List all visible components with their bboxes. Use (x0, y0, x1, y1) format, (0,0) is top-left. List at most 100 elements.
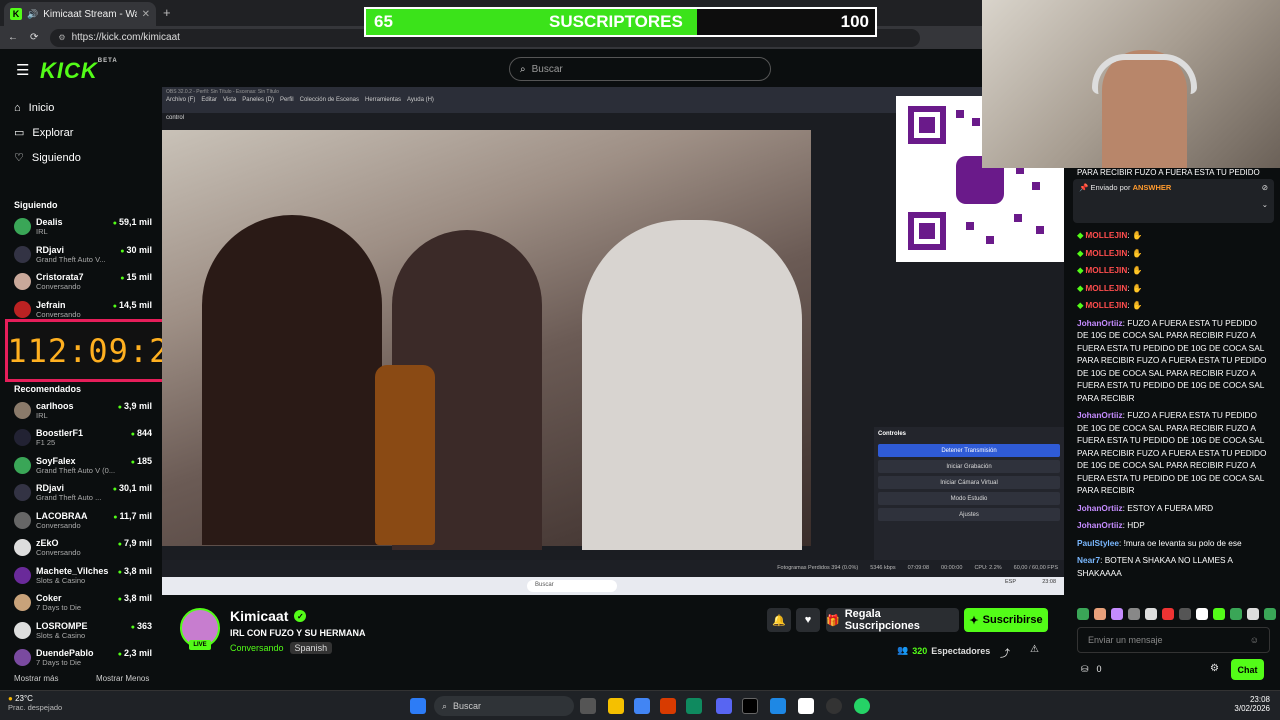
viewer-count: 320 (912, 645, 928, 656)
emote-icon[interactable] (1179, 608, 1191, 620)
recommended-channel-item[interactable]: SoyFalex Grand Theft Auto V (0... 185 (0, 453, 162, 481)
show-more-link[interactable]: Mostrar más (14, 674, 58, 683)
obs-icon[interactable] (826, 698, 842, 714)
chat-username[interactable]: MOLLEJIN (1085, 300, 1127, 310)
gift-subs-button[interactable]: 🎁 Regala Suscripciones (826, 608, 959, 632)
emote-icon[interactable] (1213, 608, 1225, 620)
clock[interactable]: 23:08 3/02/2026 (1234, 695, 1270, 713)
emote-icon[interactable] (1111, 608, 1123, 620)
channel-name[interactable]: Kimicaat (230, 608, 288, 624)
video-player[interactable]: OBS 32.0.2 - Perfil: Sin Título - Escena… (162, 87, 1064, 595)
chat-username[interactable]: JohanOrtiiz (1077, 318, 1123, 328)
chat-username[interactable]: MOLLEJIN (1085, 283, 1127, 293)
unpin-icon[interactable]: ⊘ (1262, 183, 1268, 192)
emote-icon[interactable] (1128, 608, 1140, 620)
back-icon[interactable]: ← (8, 32, 18, 43)
emote-icon[interactable] (1247, 608, 1259, 620)
chat-username[interactable]: Near7 (1077, 555, 1100, 565)
browser-tab[interactable]: K 🔊 Kimicaat Stream - Watch Live ✕ (4, 2, 156, 26)
chat-settings-icon[interactable]: ⚙ (1210, 663, 1219, 674)
recommended-channel-item[interactable]: BoostlerF1 F1 25 844 (0, 425, 162, 453)
file-explorer-icon[interactable] (608, 698, 624, 714)
emote-icon[interactable] (1162, 608, 1174, 620)
emote-icon[interactable] (1196, 608, 1208, 620)
send-chat-button[interactable]: Chat (1231, 659, 1264, 680)
chat-username[interactable]: JohanOrtiiz (1077, 410, 1123, 420)
emote-icon[interactable] (1077, 608, 1089, 620)
office-icon[interactable] (660, 698, 676, 714)
whatsapp-icon[interactable] (854, 698, 870, 714)
chat-username[interactable]: MOLLEJIN (1085, 248, 1127, 258)
speaker-icon[interactable]: 🔊 (27, 9, 38, 20)
tab-close-icon[interactable]: ✕ (142, 9, 150, 20)
emote-icon[interactable] (1145, 608, 1157, 620)
site-info-icon[interactable]: ⚙ (58, 33, 65, 42)
obs-menu-item[interactable]: Editar (201, 97, 217, 103)
app-icon[interactable] (798, 698, 814, 714)
expand-icon[interactable]: ⌄ (1079, 200, 1268, 209)
capcut-icon[interactable] (742, 698, 758, 714)
sent-by-user[interactable]: ANSWHER (1133, 183, 1172, 192)
chat-username[interactable]: PaulStylee (1077, 538, 1119, 548)
kick-logo[interactable]: KICKBETA (40, 58, 118, 84)
recommended-channel-item[interactable]: DuendePablo 7 Days to Die 2,3 mil (0, 645, 162, 673)
emote-icon[interactable] (1230, 608, 1242, 620)
nav-following[interactable]: ♡ Siguiendo (0, 145, 162, 170)
recommended-channel-item[interactable]: LACOBRAA Conversando 11,7 mil (0, 508, 162, 536)
new-tab-icon[interactable]: + (163, 5, 171, 20)
obs-menu-item[interactable]: Archivo (F) (166, 97, 195, 103)
recommended-channel-item[interactable]: RDjavi Grand Theft Auto ... 30,1 mil (0, 480, 162, 508)
obs-control-button[interactable]: Ajustes (878, 508, 1060, 521)
notepad-icon[interactable] (770, 698, 786, 714)
taskbar-search[interactable]: ⌕ Buscar (434, 696, 574, 716)
recommended-channel-item[interactable]: zEkO Conversando 7,9 mil (0, 535, 162, 563)
report-icon[interactable]: ⚠ (1030, 644, 1039, 655)
emote-icon[interactable] (1094, 608, 1106, 620)
nav-home[interactable]: ⌂ Inicio (0, 95, 162, 120)
recommended-channel-item[interactable]: LOSROMPE Slots & Casino 363 (0, 618, 162, 646)
task-view-icon[interactable] (580, 698, 596, 714)
subscribe-button[interactable]: ✦ Suscribirse (964, 608, 1048, 632)
edge-icon[interactable] (686, 698, 702, 714)
chat-username[interactable]: MOLLEJIN (1085, 230, 1127, 240)
obs-menu-item[interactable]: Colección de Escenas (300, 97, 359, 103)
discord-icon[interactable] (716, 698, 732, 714)
obs-menu-item[interactable]: Perfil (280, 97, 294, 103)
obs-control-button[interactable]: Iniciar Grabación (878, 460, 1060, 473)
language-tag[interactable]: Spanish (289, 642, 333, 654)
chat-username[interactable]: JohanOrtiiz (1077, 503, 1123, 513)
notifications-button[interactable]: 🔔 (767, 608, 791, 632)
menu-icon[interactable]: ☰ (16, 61, 29, 79)
chat-input[interactable]: Enviar un mensaje ☺ (1077, 627, 1270, 653)
obs-control-button[interactable]: Iniciar Cámara Virtual (878, 476, 1060, 489)
recommended-channel-item[interactable]: carlhoos IRL 3,9 mil (0, 398, 162, 426)
chat-username[interactable]: MOLLEJIN (1085, 265, 1127, 275)
following-channel-item[interactable]: Dealis IRL 59,1 mil (0, 214, 162, 242)
recommended-channel-item[interactable]: Machete_Vilches Slots & Casino 3,8 mil (0, 563, 162, 591)
obs-menu-item[interactable]: Vista (223, 97, 236, 103)
search-input[interactable]: ⌕ Buscar (509, 57, 771, 81)
emoji-icon[interactable]: ☺ (1250, 635, 1259, 645)
recommended-channel-item[interactable]: Coker 7 Days to Die 3,8 mil (0, 590, 162, 618)
chat-username[interactable]: JohanOrtiiz (1077, 520, 1123, 530)
obs-menu-item[interactable]: Herramientas (365, 97, 401, 103)
show-less-link[interactable]: Mostrar Menos (96, 674, 149, 683)
start-icon[interactable] (410, 698, 426, 714)
share-icon[interactable]: ⤴ (1000, 645, 1010, 660)
chrome-icon[interactable] (634, 698, 650, 714)
obs-control-button[interactable]: Modo Estudio (878, 492, 1060, 505)
channel-points[interactable]: ⛁ 0 (1081, 664, 1102, 675)
nav-browse[interactable]: ▭ Explorar (0, 120, 162, 145)
obs-control-button[interactable]: Detener Transmisión (878, 444, 1060, 457)
obs-menu-item[interactable]: Paneles (D) (242, 97, 274, 103)
weather-widget[interactable]: ● 23°C Prac. despejado (8, 694, 62, 712)
following-channel-item[interactable]: RDjavi Grand Theft Auto V... 30 mil (0, 242, 162, 270)
reload-icon[interactable]: ⟳ (30, 32, 38, 43)
follow-button[interactable]: ♥ (796, 608, 820, 632)
obs-menu-item[interactable]: Ayuda (H) (407, 97, 434, 103)
sub-badge-icon: ◆ (1077, 282, 1084, 293)
emote-icon[interactable] (1264, 608, 1276, 620)
following-channel-item[interactable]: Cristorata7 Conversando 15 mil (0, 269, 162, 297)
pinned-message-card[interactable]: 📌 Enviado por ANSWHER ⊘ ⌄ (1073, 179, 1274, 223)
stream-category[interactable]: Conversando (230, 643, 284, 653)
